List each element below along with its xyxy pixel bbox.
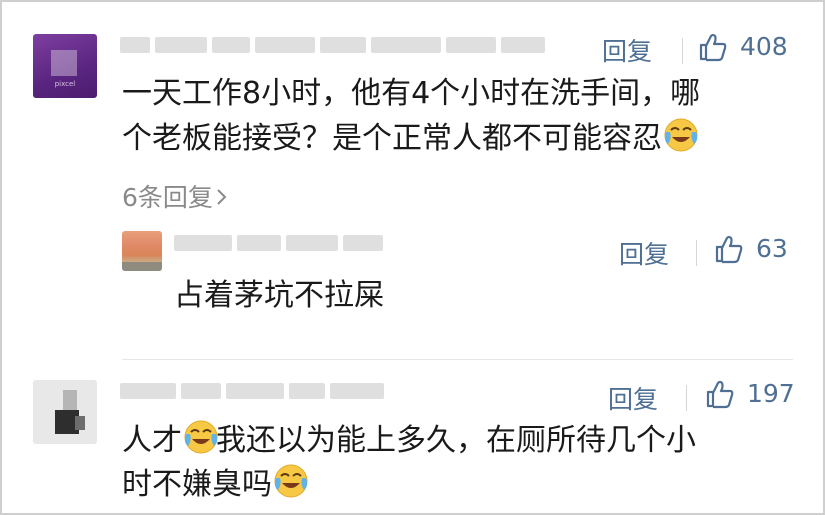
username-blurred[interactable] xyxy=(120,37,545,53)
comment-text-line-2: 时不嫌臭吗 xyxy=(122,462,308,507)
avatar[interactable]: pixcel xyxy=(33,34,97,98)
more-replies-link[interactable]: 6条回复 xyxy=(122,178,229,214)
comment-text: 我还以为能上多久，在厕所待几个小 xyxy=(216,423,696,458)
comment-text: 个老板能接受？是个正常人都不可能容忍 xyxy=(122,121,662,156)
comment-text: 时不嫌臭吗 xyxy=(122,467,272,502)
thumbs-up-icon[interactable] xyxy=(714,234,744,264)
more-replies-label: 6条回复 xyxy=(122,183,213,212)
avatar-blur xyxy=(51,50,77,76)
thumbs-up-icon[interactable] xyxy=(698,32,728,62)
reply-button[interactable]: 回复 xyxy=(619,235,669,271)
comment-text-line-1: 一天工作8小时，他有4个小时在洗手间，哪 xyxy=(122,76,701,111)
username-blurred[interactable] xyxy=(174,235,383,251)
chevron-right-icon xyxy=(217,189,227,205)
divider xyxy=(122,359,793,360)
comment-text: 人才 xyxy=(122,423,182,458)
like-count: 63 xyxy=(756,234,788,263)
action-separator xyxy=(682,38,683,64)
avatar[interactable] xyxy=(33,380,97,444)
thumbs-up-icon[interactable] xyxy=(705,379,735,409)
action-separator xyxy=(686,385,687,411)
avatar-blur xyxy=(63,390,77,410)
comment-text: 占着茅坑不拉屎 xyxy=(174,278,384,313)
username-blurred[interactable] xyxy=(120,383,384,399)
comment-text-line-1: 人才 我还以为能上多久，在厕所待几个小 xyxy=(122,418,696,463)
comment-text-line-2: 个老板能接受？是个正常人都不可能容忍 xyxy=(122,116,698,161)
avatar-brand-text: pixcel xyxy=(54,80,76,88)
crying-laughing-emoji-icon xyxy=(662,116,698,152)
avatar-blur xyxy=(75,416,85,430)
like-count: 408 xyxy=(740,32,788,61)
crying-laughing-emoji-icon xyxy=(272,462,308,498)
avatar-landscape xyxy=(122,262,162,271)
comment-section: pixcel 回复 408 一天工作8小时，他有4个小时在洗手间，哪 个老板能接… xyxy=(0,0,825,515)
action-separator xyxy=(696,240,697,266)
crying-laughing-emoji-icon xyxy=(182,418,218,454)
reply-button[interactable]: 回复 xyxy=(608,380,658,416)
like-count: 197 xyxy=(747,379,795,408)
reply-button[interactable]: 回复 xyxy=(602,32,652,68)
avatar[interactable] xyxy=(122,231,162,271)
